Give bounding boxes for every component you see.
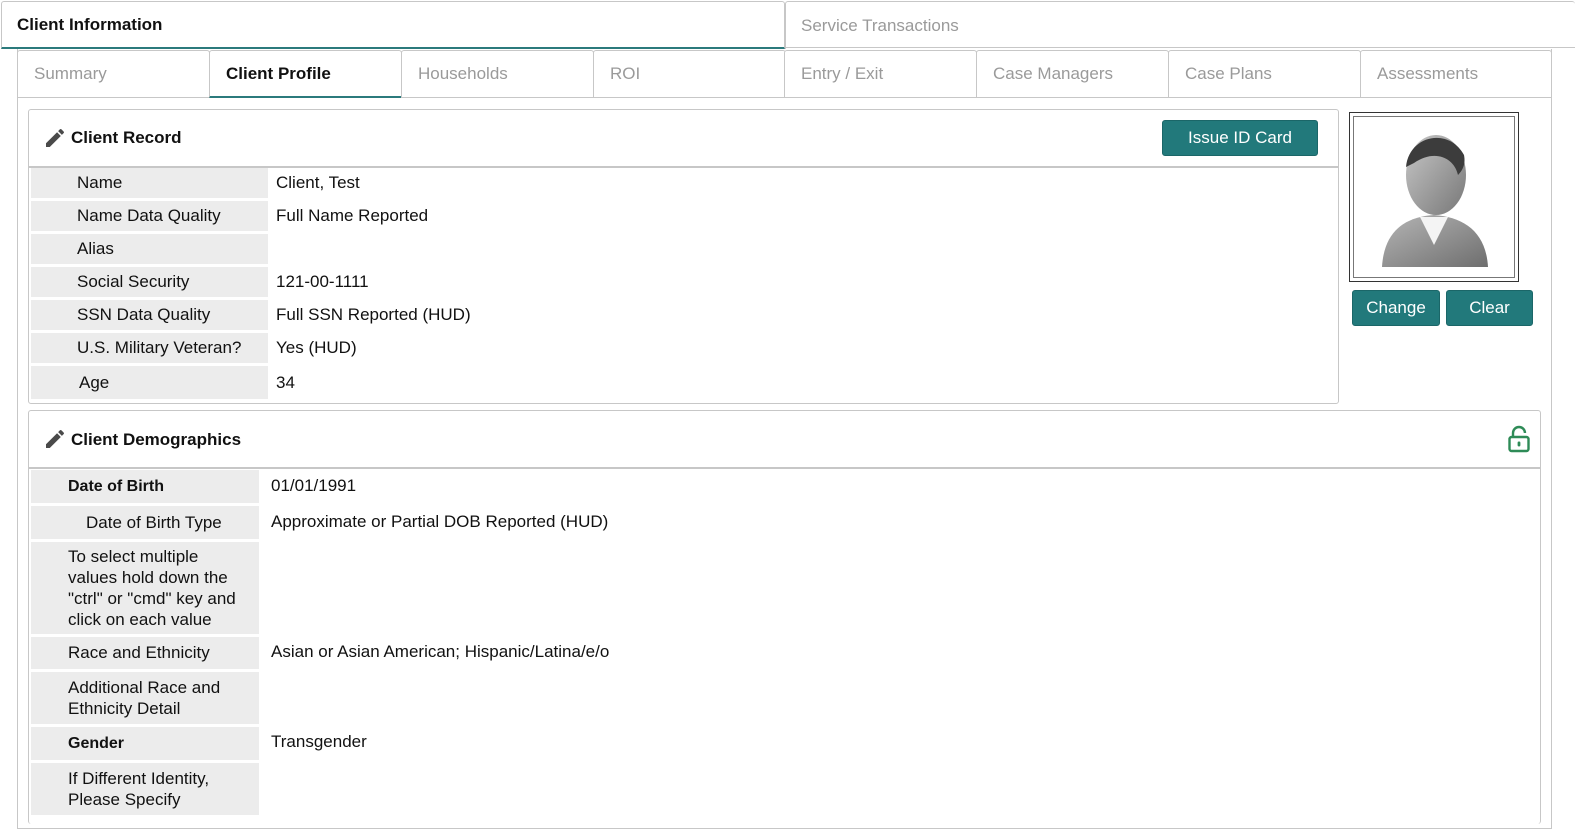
tab-service-transactions[interactable]: Service Transactions <box>785 1 1575 49</box>
table-row: Name Client, Test <box>31 168 1336 198</box>
field-label: SSN Data Quality <box>71 300 268 330</box>
tab-label: Households <box>418 64 508 83</box>
field-value: Full SSN Reported (HUD) <box>276 305 471 324</box>
table-row: Additional Race and Ethnicity Detail <box>31 672 1540 724</box>
field-value <box>259 763 1540 815</box>
user-avatar-icon <box>1382 135 1488 267</box>
row-gutter <box>31 637 62 669</box>
table-row: Social Security 121-00-1111 <box>31 267 1336 297</box>
table-row: Date of Birth Type Approximate or Partia… <box>31 506 1540 539</box>
row-gutter <box>31 201 71 231</box>
client-demographics-table: Date of Birth 01/01/1991 Date of Birth T… <box>31 467 1540 818</box>
tab-client-information[interactable]: Client Information <box>1 1 785 49</box>
field-value: Yes (HUD) <box>276 338 357 357</box>
row-gutter <box>31 470 62 503</box>
tab-label: Case Plans <box>1185 64 1272 83</box>
client-record-header: Client Record Issue ID Card <box>29 110 1338 168</box>
panel-title: Client Demographics <box>71 430 242 449</box>
tab-label: ROI <box>610 64 641 83</box>
table-row: Race and Ethnicity Asian or Asian Americ… <box>31 637 1540 669</box>
change-photo-button[interactable]: Change <box>1352 290 1440 326</box>
client-record-panel: Client Record Issue ID Card Name Client,… <box>28 109 1339 404</box>
field-value: Asian or Asian American; Hispanic/Latina… <box>271 642 610 661</box>
client-demographics-header: Client Demographics <box>29 411 1540 469</box>
table-row: SSN Data Quality Full SSN Reported (HUD) <box>31 300 1336 330</box>
tab-roi[interactable]: ROI <box>593 50 786 98</box>
issue-id-card-button[interactable]: Issue ID Card <box>1162 120 1318 156</box>
field-value: Client, Test <box>276 173 360 192</box>
table-row: Date of Birth 01/01/1991 <box>31 470 1540 503</box>
field-label: To select multiple values hold down the … <box>62 542 259 634</box>
row-gutter <box>31 234 71 264</box>
field-value: Transgender <box>271 732 367 751</box>
pencil-icon[interactable] <box>43 427 67 451</box>
row-gutter <box>31 366 71 399</box>
row-gutter <box>31 727 62 760</box>
tab-case-managers[interactable]: Case Managers <box>976 50 1169 98</box>
field-value <box>259 542 1540 634</box>
pencil-icon[interactable] <box>43 126 67 150</box>
row-gutter <box>31 672 62 724</box>
row-gutter <box>31 506 62 539</box>
client-demographics-panel: Client Demographics Date of Birth 01/01/… <box>28 410 1541 824</box>
field-label: Name Data Quality <box>71 201 268 231</box>
tab-households[interactable]: Households <box>401 50 594 98</box>
tab-label: Client Profile <box>226 63 331 83</box>
tab-label: Client Information <box>17 14 163 34</box>
clear-photo-button[interactable]: Clear <box>1446 290 1533 326</box>
table-row: Age 34 <box>31 366 1336 399</box>
table-row: U.S. Military Veteran? Yes (HUD) <box>31 333 1336 363</box>
field-label: If Different Identity, Please Specify <box>62 763 259 815</box>
field-value <box>259 672 1540 724</box>
client-record-table: Name Client, Test Name Data Quality Full… <box>31 165 1336 402</box>
field-label: Social Security <box>71 267 268 297</box>
tab-label: Case Managers <box>993 64 1114 83</box>
row-gutter <box>31 542 62 634</box>
tab-case-plans[interactable]: Case Plans <box>1168 50 1361 98</box>
tab-label: Service Transactions <box>801 15 959 35</box>
field-label: Date of Birth <box>62 470 259 503</box>
field-label: Date of Birth Type <box>62 506 259 539</box>
table-row: Name Data Quality Full Name Reported <box>31 201 1336 231</box>
field-value: 121-00-1111 <box>276 272 369 291</box>
field-value: 01/01/1991 <box>271 476 357 495</box>
row-gutter <box>31 168 71 198</box>
field-label: Gender <box>62 727 259 760</box>
field-label: Race and Ethnicity <box>62 637 259 669</box>
field-label: Age <box>71 366 268 399</box>
client-photo <box>1349 112 1519 282</box>
field-label: Additional Race and Ethnicity Detail <box>62 672 259 724</box>
row-gutter <box>31 333 71 363</box>
row-gutter <box>31 267 71 297</box>
table-row: If Different Identity, Please Specify <box>31 763 1540 815</box>
table-row: Gender Transgender <box>31 727 1540 760</box>
photo-frame <box>1353 116 1515 278</box>
row-gutter <box>31 300 71 330</box>
lock-open-icon[interactable] <box>1507 425 1531 453</box>
table-row: Alias <box>31 234 1336 264</box>
row-gutter <box>31 763 62 815</box>
tab-client-profile[interactable]: Client Profile <box>209 50 402 98</box>
field-label: Name <box>71 168 268 198</box>
tab-label: Summary <box>34 64 107 83</box>
tab-label: Entry / Exit <box>801 64 884 83</box>
field-value: Approximate or Partial DOB Reported (HUD… <box>271 512 609 531</box>
tab-divider <box>785 47 1575 48</box>
field-value <box>268 234 1336 264</box>
tab-label: Assessments <box>1377 64 1479 83</box>
field-label: U.S. Military Veteran? <box>71 333 268 363</box>
field-value: 34 <box>276 372 295 392</box>
tab-entry-exit[interactable]: Entry / Exit <box>784 50 977 98</box>
table-row: To select multiple values hold down the … <box>31 542 1540 634</box>
field-label: Alias <box>71 234 268 264</box>
tab-assessments[interactable]: Assessments <box>1360 50 1552 98</box>
field-value: Full Name Reported <box>276 206 429 225</box>
panel-title: Client Record <box>71 128 182 147</box>
tab-summary[interactable]: Summary <box>17 50 210 98</box>
